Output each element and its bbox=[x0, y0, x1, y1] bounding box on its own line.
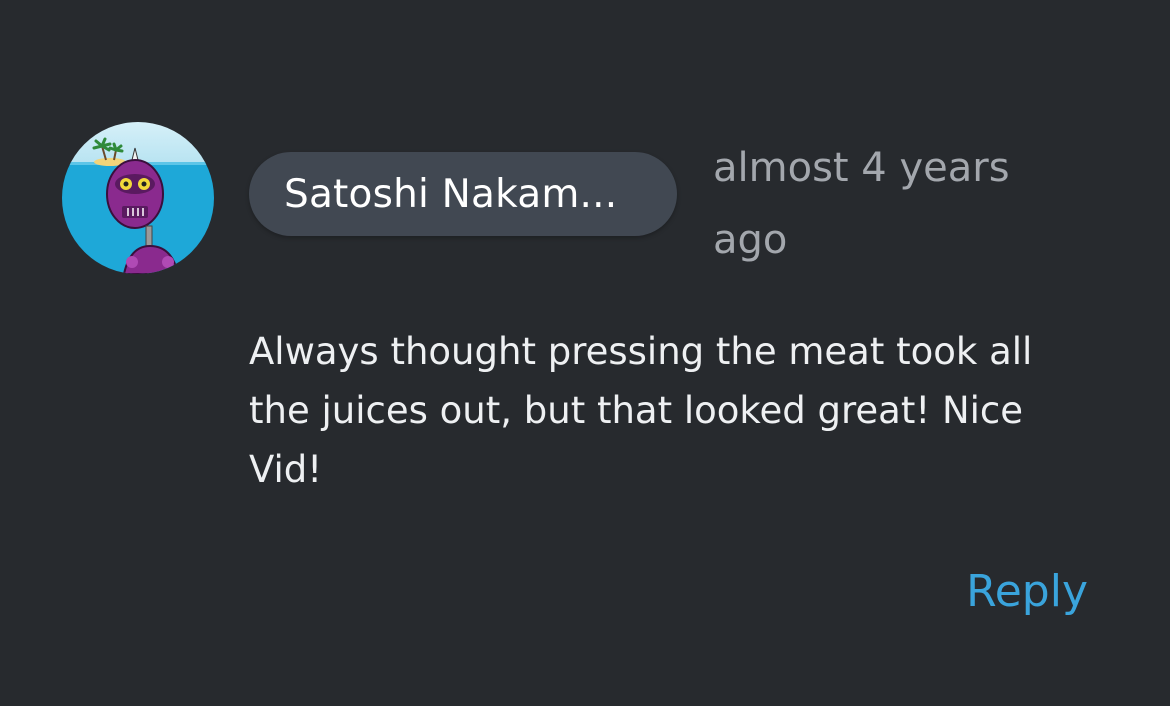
author-name-chip[interactable]: Satoshi Nakam... bbox=[249, 152, 677, 236]
author-name: Satoshi Nakam... bbox=[284, 171, 618, 217]
user-avatar[interactable] bbox=[62, 122, 214, 274]
comment-text: Always thought pressing the meat took al… bbox=[249, 330, 1033, 491]
robot-avatar-icon bbox=[62, 122, 214, 274]
comment-card: Satoshi Nakam... almost 4 years ago Alwa… bbox=[0, 0, 1170, 706]
reply-button[interactable]: Reply bbox=[966, 562, 1088, 622]
comment-timestamp: almost 4 years ago bbox=[713, 145, 1010, 263]
